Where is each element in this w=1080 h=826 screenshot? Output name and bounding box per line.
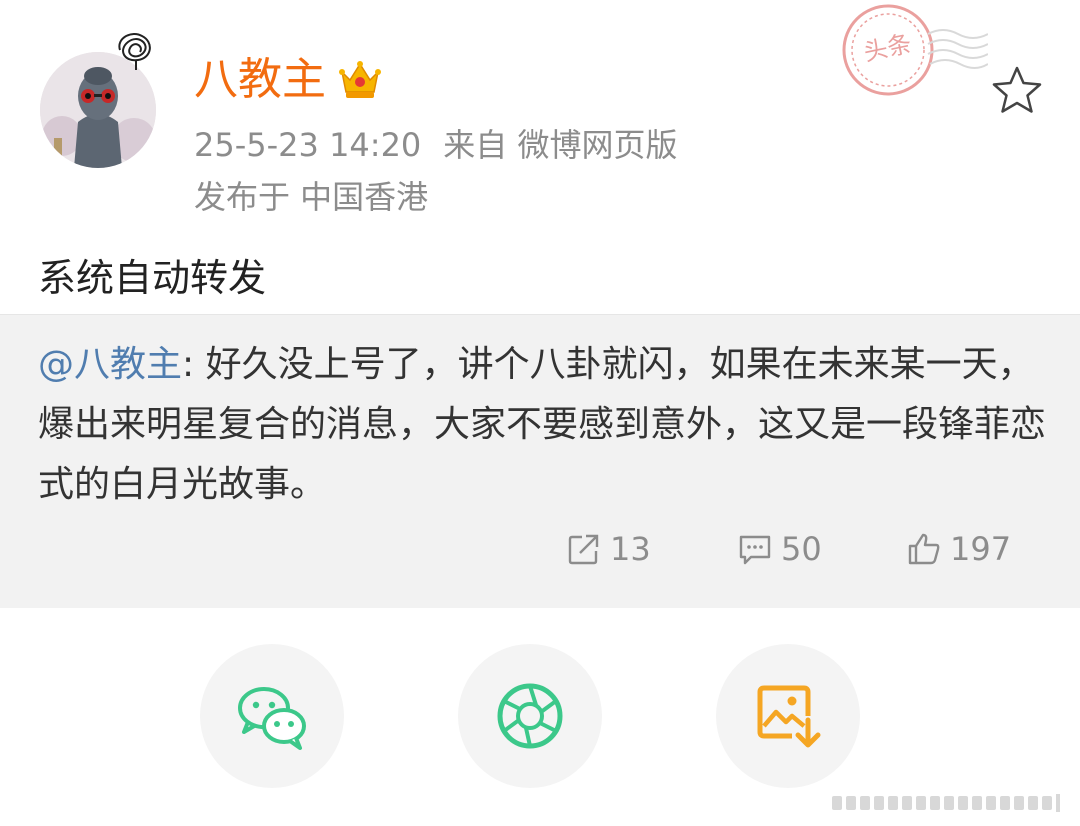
repost-button[interactable]: 13 xyxy=(566,527,651,571)
username[interactable]: 八教主 xyxy=(194,52,326,108)
post-stats: 13 50 197 xyxy=(0,519,1080,579)
post-time: 25-5-23 14:20 xyxy=(194,126,422,164)
post-source: 来自 微博网页版 xyxy=(443,126,678,164)
watermark-strip xyxy=(832,794,1060,812)
weibo-post: 八教主 25-5-23 14:20 来自 微博网页版 发布于 中国香港 头条 系统… xyxy=(0,0,1080,826)
post-text: 系统自动转发 xyxy=(38,256,267,300)
thumbs-up-icon xyxy=(908,533,940,565)
headline-stamp: 头条 xyxy=(842,4,988,96)
post-location: 发布于 中国香港 xyxy=(194,178,429,216)
crown-badge-icon[interactable] xyxy=(338,58,382,102)
stamp-text: 头条 xyxy=(861,29,914,66)
post-meta: 25-5-23 14:20 来自 微博网页版 xyxy=(194,124,677,166)
save-image-button[interactable] xyxy=(716,644,860,788)
share-moments-button[interactable] xyxy=(458,644,602,788)
quoted-post-text: : 好久没上号了，讲个八卦就闪，如果在未来某一天，爆出来明星复合的消息，大家不要… xyxy=(38,344,1047,505)
moments-icon xyxy=(497,683,563,749)
comment-button[interactable]: 50 xyxy=(737,527,822,571)
quoted-post[interactable]: @八教主: 好久没上号了，讲个八卦就闪，如果在未来某一天，爆出来明星复合的消息，… xyxy=(0,314,1080,608)
quoted-post-body: @八教主: 好久没上号了，讲个八卦就闪，如果在未来某一天，爆出来明星复合的消息，… xyxy=(38,335,1048,515)
comment-count: 50 xyxy=(781,530,822,568)
wechat-icon xyxy=(238,687,306,750)
save-image-icon xyxy=(757,685,821,748)
favorite-star-icon[interactable] xyxy=(990,64,1044,116)
repost-count: 13 xyxy=(610,530,651,568)
mention-link[interactable]: @八教主 xyxy=(38,344,182,385)
like-count: 197 xyxy=(950,530,1012,568)
scribble-decoration-icon xyxy=(118,32,151,70)
comment-icon xyxy=(739,535,771,565)
share-wechat-button[interactable] xyxy=(200,644,344,788)
repost-icon xyxy=(568,534,599,565)
like-button[interactable]: 197 xyxy=(906,527,1011,571)
